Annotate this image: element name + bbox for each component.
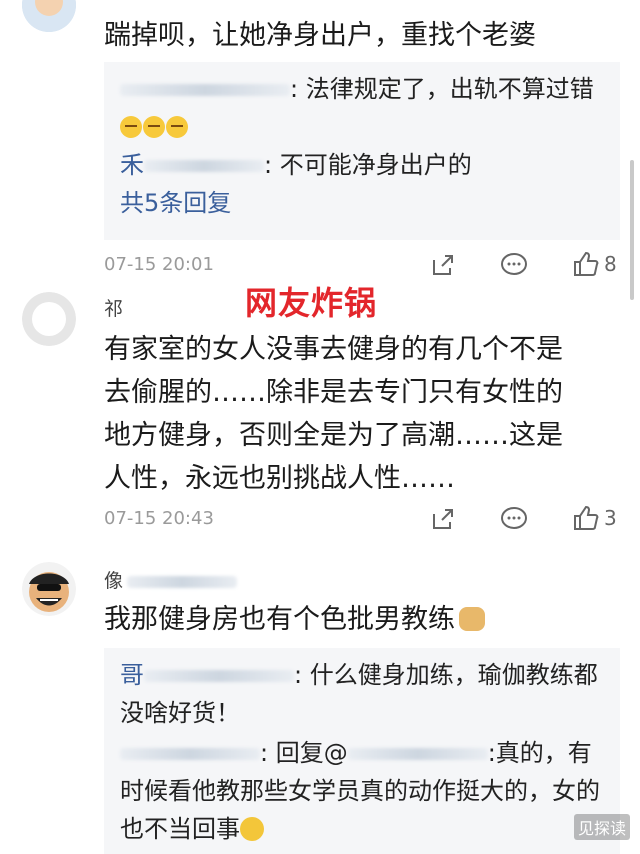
username-text: 祁 (104, 298, 124, 320)
reply-name-blurred[interactable] (120, 748, 260, 760)
username[interactable]: 像 (104, 566, 238, 593)
highlight-caption: 网友炸锅 (245, 284, 378, 322)
doge-emoji-icon (459, 607, 485, 631)
thumbs-up-icon (574, 505, 599, 530)
comment-line: 人性，永远也别挑战人性…… (104, 463, 455, 494)
like-button[interactable]: 8 (572, 250, 617, 278)
comment-line: 去偷腥的……除非是去专门只有女性的 (104, 377, 563, 408)
like-button[interactable]: 3 (572, 504, 617, 532)
reply-box[interactable]: 哥: 什么健身加练，瑜伽教练都没啥好货！ : 回复@:真的，有时候看他教那些女学… (104, 648, 620, 854)
reply-name-blurred (144, 160, 264, 172)
username-text: 像 (104, 570, 124, 592)
like-count: 3 (604, 506, 617, 530)
like-count: 8 (604, 252, 617, 276)
comment-time: 07-15 20:43 (104, 508, 214, 529)
reply-text: : 不可能净身出户的 (264, 151, 472, 179)
thumbs-up-icon (574, 251, 599, 276)
avatar[interactable] (22, 0, 76, 32)
avatar[interactable] (22, 292, 76, 346)
reply-name-blurred (144, 670, 294, 682)
laugh-emoji-icon (240, 817, 264, 841)
reply-text-prefix: : 回复@ (260, 739, 348, 767)
watermark: 见探读 (573, 814, 630, 840)
reply-name[interactable]: 禾 (120, 151, 144, 179)
scrollbar[interactable] (630, 160, 634, 300)
reply-name-blurred[interactable] (120, 84, 290, 96)
comment-text: 踹掉呗，让她净身出户，重找个老婆 (104, 20, 536, 51)
comment-line: 地方健身，否则全是为了高潮……这是 (104, 420, 563, 451)
comment-line: 有家室的女人没事去健身的有几个不是 (104, 334, 563, 365)
comment-text: 有家室的女人没事去健身的有几个不是 去偷腥的……除非是去专门只有女性的 地方健身… (104, 328, 604, 500)
username[interactable]: 祁 (104, 294, 123, 321)
reply-name[interactable]: 哥 (120, 661, 144, 689)
emoji-icon (143, 116, 165, 138)
comment-icon[interactable] (500, 252, 528, 278)
reply-item[interactable]: 哥: 什么健身加练，瑜伽教练都没啥好货！ (120, 656, 604, 732)
reply-text: : 法律规定了，出轨不算过错 (290, 75, 594, 103)
more-replies-link[interactable]: 共5条回复 (120, 184, 604, 222)
reply-item[interactable]: : 法律规定了，出轨不算过错 (120, 70, 604, 146)
username-blurred (127, 575, 238, 588)
share-icon[interactable] (430, 506, 456, 532)
emoji-icon (120, 116, 142, 138)
emoji-icon (166, 116, 188, 138)
comment-time: 07-15 20:01 (104, 254, 214, 275)
mention-blurred[interactable] (347, 748, 488, 760)
reply-item[interactable]: : 回复@:真的，有时候看他教那些女学员真的动作挺大的，女的也不当回事 (120, 734, 604, 848)
comment-text-span: 我那健身房也有个色批男教练 (104, 604, 455, 635)
reply-item[interactable]: 禾 : 不可能净身出户的 (120, 146, 604, 184)
avatar[interactable] (22, 562, 76, 616)
reply-box[interactable]: : 法律规定了，出轨不算过错 禾 : 不可能净身出户的 共5条回复 (104, 62, 620, 240)
comment-icon[interactable] (500, 506, 528, 532)
comment-text: 我那健身房也有个色批男教练 (104, 598, 604, 641)
share-icon[interactable] (430, 252, 456, 278)
